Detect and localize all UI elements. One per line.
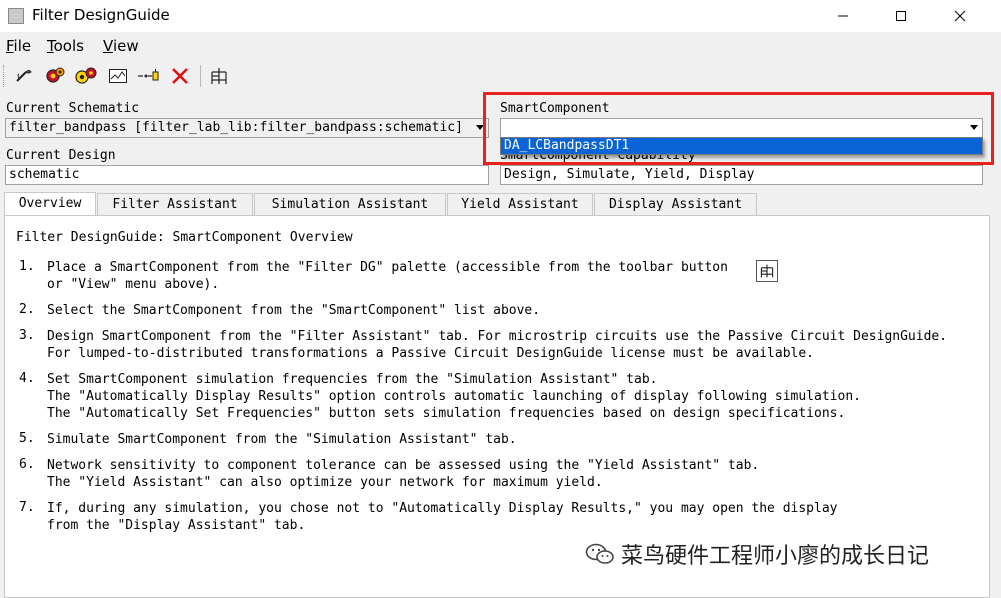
- component-button[interactable]: [137, 64, 161, 88]
- tab-overview[interactable]: Overview: [4, 192, 96, 216]
- menu-bar: File Tools View: [0, 36, 1001, 58]
- step-7-line-2: from the "Display Assistant" tab.: [47, 518, 306, 533]
- menu-file[interactable]: File: [6, 37, 31, 55]
- maximize-button[interactable]: [878, 0, 924, 32]
- menu-tools[interactable]: Tools: [47, 37, 84, 55]
- toolbar-grip: [3, 65, 7, 87]
- filter-designguide-window: Filter DesignGuide File Tools View Curre…: [0, 0, 1001, 598]
- current-design-field[interactable]: schematic: [5, 165, 489, 185]
- palette-icon: [211, 68, 227, 84]
- tab-filter-assistant[interactable]: Filter Assistant: [97, 193, 253, 215]
- watermark: 菜鸟硬件工程师小廖的成长日记: [585, 538, 929, 570]
- close-button[interactable]: [937, 0, 983, 32]
- gears-icon: [75, 67, 97, 84]
- tab-yield-assistant[interactable]: Yield Assistant: [447, 193, 593, 215]
- menu-view[interactable]: View: [103, 37, 139, 55]
- delete-icon: [172, 68, 188, 84]
- capability-value: Design, Simulate, Yield, Display: [504, 167, 755, 182]
- step-4-line-3: The "Automatically Set Frequencies" butt…: [47, 406, 846, 421]
- toolbar-separator: [200, 65, 201, 87]
- wand-button[interactable]: [12, 64, 36, 88]
- step-3-line-2: For lumped-to-distributed transformation…: [47, 346, 815, 361]
- gears-button[interactable]: [74, 64, 98, 88]
- watermark-text: 菜鸟硬件工程师小廖的成长日记: [621, 544, 930, 569]
- step-6-line-2: The "Yield Assistant" can also optimize …: [47, 475, 603, 490]
- tab-display-assistant[interactable]: Display Assistant: [594, 193, 757, 215]
- current-schematic-label: Current Schematic: [6, 101, 140, 116]
- maximize-icon: [896, 11, 906, 21]
- step-number: 4.: [19, 371, 35, 386]
- step-number: 5.: [19, 431, 35, 446]
- graph-icon: [109, 69, 127, 83]
- gear-button[interactable]: [43, 64, 67, 88]
- step-1-line-1: Place a SmartComponent from the "Filter …: [47, 260, 728, 275]
- current-design-value: schematic: [9, 167, 80, 182]
- step-number: 2.: [19, 302, 35, 317]
- current-schematic-value: filter_bandpass [filter_lab_lib:filter_b…: [9, 120, 463, 135]
- tab-simulation-assistant[interactable]: Simulation Assistant: [254, 193, 446, 215]
- step-4-line-1: Set SmartComponent simulation frequencie…: [47, 372, 658, 387]
- app-icon: [8, 8, 24, 24]
- wand-icon: [16, 70, 32, 82]
- palette-icon: [756, 260, 778, 282]
- delete-button[interactable]: [168, 64, 192, 88]
- title-bar: Filter DesignGuide: [0, 0, 1001, 32]
- gear-icon: [46, 67, 65, 83]
- step-1-line-2: or "View" menu above).: [47, 277, 220, 292]
- capability-field: Design, Simulate, Yield, Display: [500, 165, 983, 185]
- step-5-line-1: Simulate SmartComponent from the "Simula…: [47, 432, 517, 447]
- close-icon: [954, 10, 966, 22]
- highlight-annotation: [483, 92, 994, 165]
- step-3-line-1: Design SmartComponent from the "Filter A…: [47, 329, 948, 344]
- palette-button[interactable]: [207, 64, 231, 88]
- wechat-icon: [585, 543, 614, 564]
- window-title: Filter DesignGuide: [32, 6, 170, 24]
- overview-heading: Filter DesignGuide: SmartComponent Overv…: [16, 230, 353, 245]
- component-icon: [138, 69, 159, 81]
- step-number: 1.: [19, 259, 35, 274]
- step-4-line-2: The "Automatically Display Results" opti…: [47, 389, 861, 404]
- step-number: 3.: [19, 328, 35, 343]
- tab-bar: Overview Filter Assistant Simulation Ass…: [4, 192, 994, 216]
- step-number: 6.: [19, 457, 35, 472]
- current-schematic-select[interactable]: filter_bandpass [filter_lab_lib:filter_b…: [5, 118, 489, 138]
- minimize-button[interactable]: [820, 0, 866, 32]
- minimize-icon: [838, 15, 848, 17]
- step-number: 7.: [19, 500, 35, 515]
- step-2-line-1: Select the SmartComponent from the "Smar…: [47, 303, 541, 318]
- step-7-line-1: If, during any simulation, you chose not…: [47, 501, 838, 516]
- step-6-line-1: Network sensitivity to component toleran…: [47, 458, 760, 473]
- graph-button[interactable]: [106, 64, 130, 88]
- toolbar: [0, 62, 1001, 90]
- current-design-label: Current Design: [6, 148, 116, 163]
